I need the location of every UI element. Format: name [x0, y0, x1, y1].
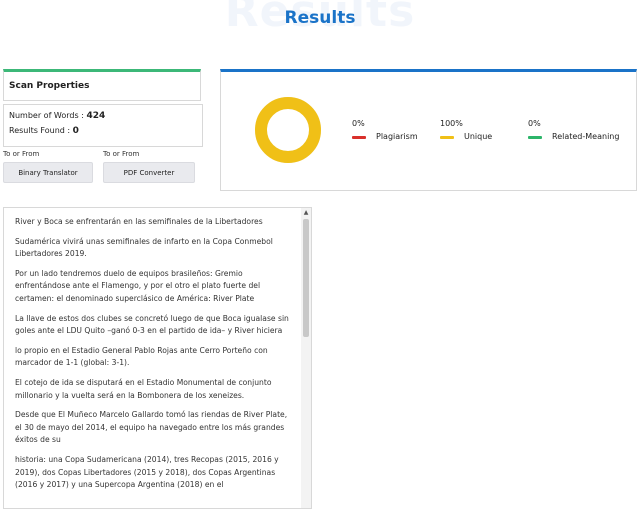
related-meaning-metric: 0% Related-Meaning	[528, 119, 619, 141]
scan-stats-panel: Number of Words : 424 Results Found : 0	[3, 104, 203, 147]
checked-text-content: River y Boca se enfrentarán en las semif…	[15, 216, 295, 499]
binary-translator-caption: To or From	[3, 150, 40, 158]
word-count-value: 424	[86, 111, 106, 121]
plagiarism-label: Plagiarism	[376, 132, 418, 141]
pdf-converter-button[interactable]: PDF Converter	[103, 162, 195, 183]
plagiarism-metric: 0% Plagiarism	[352, 119, 418, 141]
result-summary-panel: 0% Plagiarism 100% Unique 0% Related-Mea…	[220, 69, 637, 191]
checked-text-area[interactable]: River y Boca se enfrentarán en las semif…	[3, 207, 312, 509]
unique-color-swatch	[440, 136, 454, 139]
unique-percent: 100%	[440, 119, 463, 128]
scrollbar-thumb[interactable]	[303, 219, 309, 337]
text-paragraph: Desde que El Muñeco Marcelo Gallardo tom…	[15, 410, 288, 445]
text-paragraph: historia: una Copa Sudamericana (2014), …	[15, 454, 279, 490]
uniqueness-donut-chart	[255, 97, 321, 163]
text-paragraph: El cotejo de ida se disputará en el Esta…	[15, 377, 272, 400]
results-found-row: Results Found : 0	[9, 126, 79, 136]
binary-translator-button[interactable]: Binary Translator	[3, 162, 93, 183]
results-found-label: Results Found :	[9, 126, 71, 135]
scroll-up-arrow-icon[interactable]: ▲	[301, 208, 311, 218]
pdf-converter-caption: To or From	[103, 150, 140, 158]
unique-metric: 100% Unique	[440, 119, 492, 141]
related-meaning-legend: Related-Meaning	[528, 132, 619, 141]
related-meaning-color-swatch	[528, 136, 542, 139]
scan-properties-title: Scan Properties	[9, 81, 90, 91]
scan-properties-header: Scan Properties	[3, 69, 201, 101]
donut-unique-arc	[255, 97, 321, 163]
plagiarism-legend: Plagiarism	[352, 132, 418, 141]
related-meaning-percent: 0%	[528, 119, 541, 128]
text-paragraph: Por un lado tendremos duelo de equipos b…	[15, 268, 261, 303]
results-found-value: 0	[72, 126, 79, 136]
word-count-row: Number of Words : 424	[9, 111, 105, 121]
page-title: Results	[284, 8, 356, 28]
unique-label: Unique	[464, 132, 493, 141]
related-meaning-label: Related-Meaning	[552, 132, 620, 141]
plagiarism-percent: 0%	[352, 119, 365, 128]
unique-legend: Unique	[440, 132, 492, 141]
text-paragraph: Sudamérica vivirá unas semifinales de in…	[15, 236, 273, 259]
text-paragraph: lo propio en el Estadio General Pablo Ro…	[15, 345, 268, 368]
plagiarism-color-swatch	[352, 136, 366, 139]
text-paragraph: River y Boca se enfrentarán en las semif…	[15, 217, 263, 226]
text-paragraph: La llave de estos dos clubes se concretó…	[15, 313, 289, 336]
word-count-label: Number of Words :	[9, 111, 84, 120]
